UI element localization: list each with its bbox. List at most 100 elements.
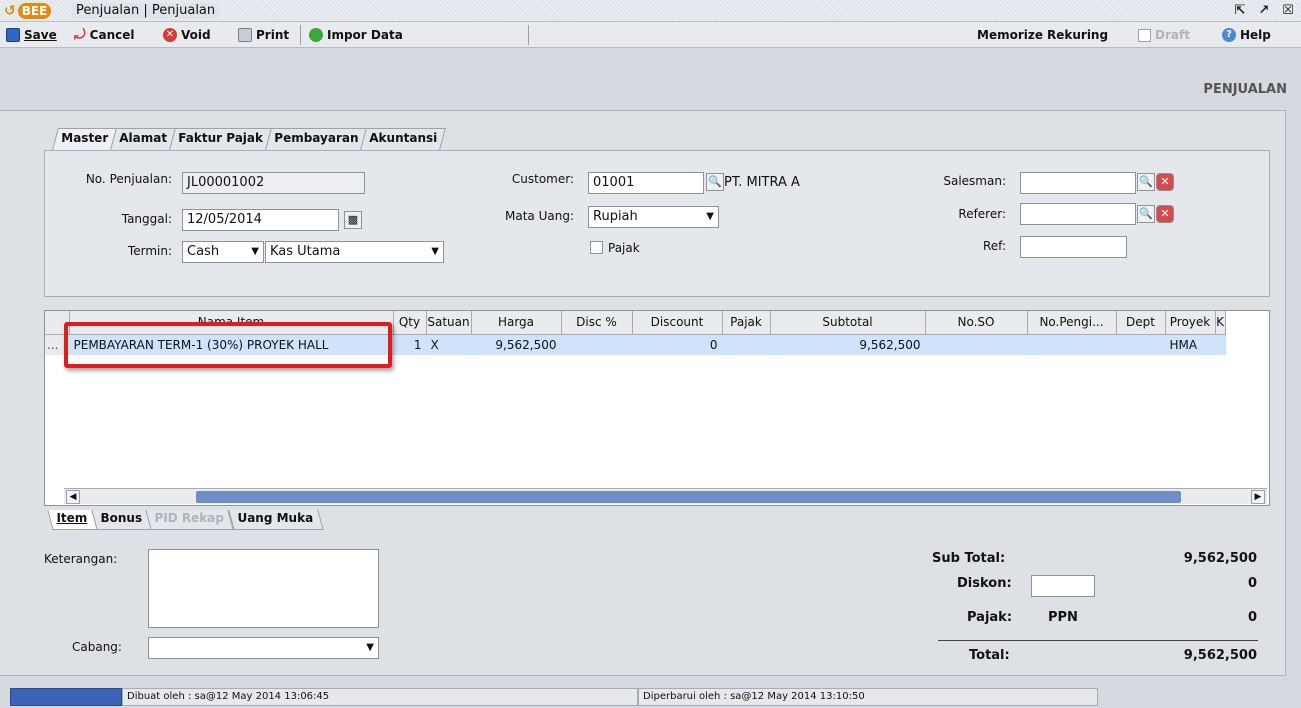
cell-disc-pct[interactable] [561,334,633,355]
total-divider [938,640,1258,641]
diperbarui-status: Diperbarui oleh : sa@12 May 2014 13:10:5… [638,688,1098,706]
tab-item[interactable]: Item [47,510,98,530]
save-button[interactable]: Save [6,26,57,44]
diskon-value: 0 [1247,576,1257,591]
tanggal-field[interactable]: 12/05/2014 [182,209,339,231]
column-header[interactable]: Qty [393,311,427,335]
no-penjualan-field[interactable]: JL00001002 [182,172,365,194]
tab-master[interactable]: Master [52,128,117,150]
help-button[interactable]: ? Help [1222,26,1271,44]
diskon-label: Diskon: [957,576,1012,591]
void-button[interactable]: ✕ Void [163,26,211,44]
referer-field[interactable] [1020,203,1136,225]
maximize-icon[interactable]: ↗ [1255,2,1273,20]
app-logo: ↺ BEE [4,2,52,20]
mata-uang-select[interactable]: Rupiah ▼ [588,206,719,228]
tab-bonus[interactable]: Bonus [91,510,153,530]
table-row[interactable]: ... PEMBAYARAN TERM-1 (30%) PROYEK HALL … [45,334,1226,355]
draft-check-box[interactable] [1138,28,1151,42]
cell-proyek[interactable]: HMA [1165,334,1216,355]
detail-tabs: Item Bonus PID Rekap Uang Muka [47,510,324,530]
void-icon: ✕ [163,28,177,42]
column-header[interactable]: Harga [471,311,562,335]
diskon-field[interactable] [1031,575,1095,597]
customer-code-field[interactable]: 01001 [588,172,704,194]
chevron-down-icon: ▼ [706,211,714,222]
keterangan-label: Keterangan: [44,552,118,566]
scroll-left-icon[interactable]: ◀ [66,490,80,504]
tab-pid-rekap: PID Rekap [145,510,235,530]
column-header[interactable]: K [1215,311,1226,335]
pajak-checkbox-label: Pajak [608,241,640,255]
cell-extra[interactable] [1215,334,1226,355]
cell-harga[interactable]: 9,562,500 [471,334,562,355]
print-button[interactable]: Print [238,26,289,44]
pajak-value: 0 [1247,610,1257,625]
item-grid: Nama Item Qty Satuan Harga Disc % Discou… [44,310,1270,506]
tab-uang-muka[interactable]: Uang Muka [228,510,324,530]
scroll-right-icon[interactable]: ▶ [1251,490,1265,504]
tanggal-label: Tanggal: [121,212,172,226]
column-header[interactable]: No.Pengi... [1027,311,1117,335]
title-bar: ↺ BEE Penjualan | Penjualan ⇱ ↗ ☒ [0,0,1301,22]
termin-select[interactable]: Cash ▼ [182,241,264,263]
salesman-label: Salesman: [943,174,1006,188]
scrollbar-thumb[interactable] [196,491,1181,503]
cell-no-pengiriman[interactable] [1027,334,1117,355]
column-header[interactable]: Discount [632,311,723,335]
column-header[interactable]: Dept [1116,311,1166,335]
horizontal-scrollbar[interactable]: ◀ ▶ [64,488,1267,504]
cell-qty[interactable]: 1 [393,334,427,355]
cell-nama-item[interactable]: PEMBAYARAN TERM-1 (30%) PROYEK HALL [69,334,394,355]
ref-label: Ref: [982,239,1006,253]
tab-alamat[interactable]: Alamat [110,128,176,150]
referer-label: Referer: [958,207,1006,221]
column-header[interactable]: Pajak [722,311,771,335]
cell-discount[interactable]: 0 [632,334,723,355]
keterangan-textarea[interactable] [148,549,379,628]
clear-icon[interactable]: ✕ [1156,205,1174,223]
column-header[interactable]: Satuan [426,311,472,335]
grid-corner [45,311,70,335]
column-header[interactable]: Disc % [561,311,633,335]
dibuat-status: Dibuat oleh : sa@12 May 2014 13:06:45 [122,688,638,706]
column-header[interactable]: Nama Item [69,311,394,335]
column-header[interactable]: No.SO [925,311,1028,335]
calendar-icon[interactable]: ▩ [344,211,362,229]
ref-field[interactable] [1020,236,1127,258]
column-header[interactable]: Subtotal [770,311,926,335]
help-icon: ? [1222,28,1236,42]
impor-data-button[interactable]: Impor Data [309,26,403,44]
row-marker[interactable]: ... [45,334,70,355]
toolbar: Save ⤾ Cancel ✕ Void Print Impor Data Me… [0,22,1301,48]
restore-icon[interactable]: ⇱ [1231,2,1249,20]
tab-akuntansi[interactable]: Akuntansi [359,128,446,150]
cabang-label: Cabang: [72,640,122,654]
import-icon [309,28,323,42]
close-icon[interactable]: ☒ [1279,2,1297,20]
mata-uang-label: Mata Uang: [505,209,574,223]
salesman-field[interactable] [1020,172,1136,194]
cell-subtotal[interactable]: 9,562,500 [770,334,926,355]
draft-checkbox[interactable]: Draft [1138,26,1190,44]
pajak-checkbox[interactable] [590,241,603,254]
cell-satuan[interactable]: X [426,334,472,355]
tab-faktur-pajak[interactable]: Faktur Pajak [168,128,272,150]
cell-pajak[interactable] [722,334,771,355]
memorize-button[interactable]: Memorize [977,26,1043,44]
no-penjualan-label: No. Penjualan: [85,172,172,186]
search-icon[interactable]: 🔍 [706,173,724,191]
cell-no-so[interactable] [925,334,1028,355]
kas-select[interactable]: Kas Utama ▼ [265,241,444,263]
cell-dept[interactable] [1116,334,1166,355]
cabang-select[interactable]: ▼ [148,637,379,659]
rekuring-button[interactable]: Rekuring [1047,26,1108,44]
search-icon[interactable]: 🔍 [1137,205,1155,223]
chevron-down-icon: ▼ [366,642,374,653]
search-icon[interactable]: 🔍 [1137,173,1155,191]
cancel-button[interactable]: ⤾ Cancel [74,26,134,44]
column-header[interactable]: Proyek [1165,311,1216,335]
tab-pembayaran[interactable]: Pembayaran [264,128,367,150]
undo-arrow-icon: ⤾ [74,27,86,43]
clear-icon[interactable]: ✕ [1156,173,1174,191]
